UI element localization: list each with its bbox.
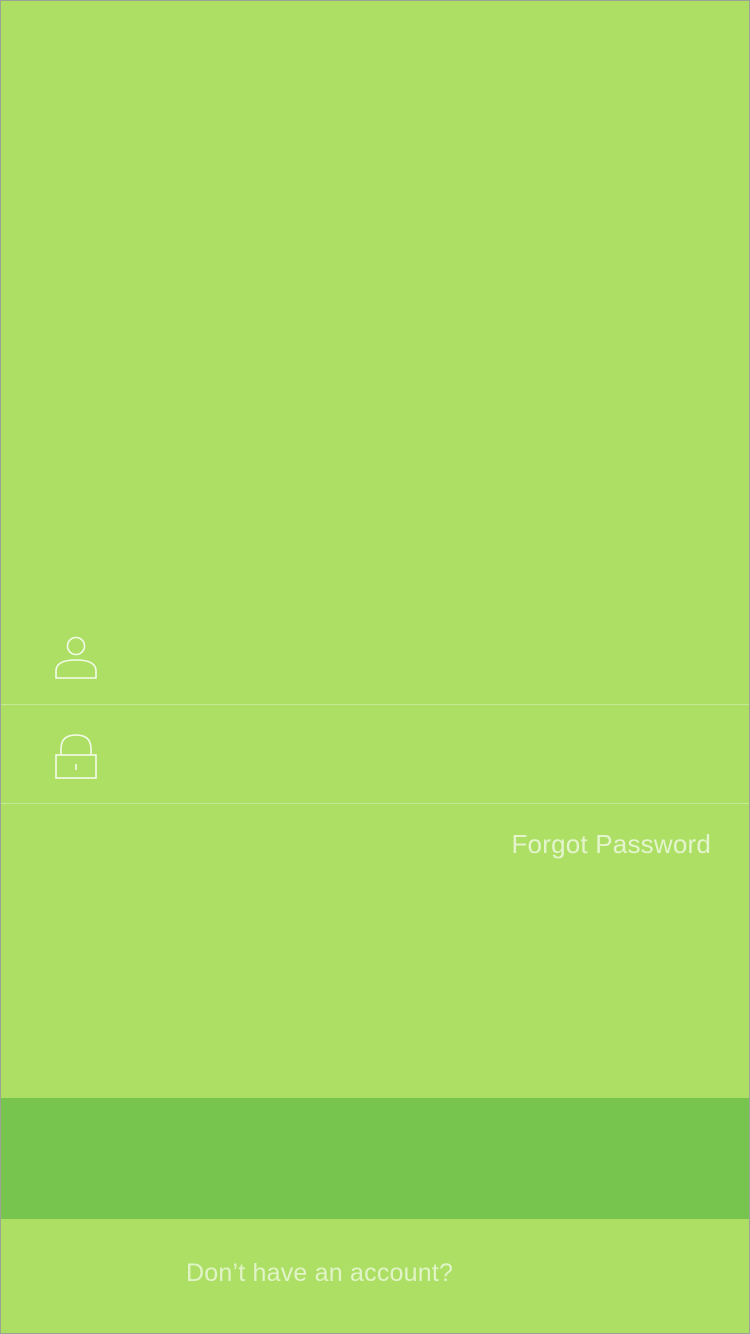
forgot-password-link[interactable]: Forgot Password	[511, 829, 711, 860]
login-screen: Forgot Password Don’t have an account?	[0, 0, 750, 1334]
username-field	[1, 605, 749, 705]
password-input[interactable]	[131, 724, 705, 786]
login-button[interactable]	[1, 1098, 749, 1219]
username-input[interactable]	[131, 625, 705, 687]
signup-prompt[interactable]: Don’t have an account?	[186, 1259, 453, 1288]
lock-icon	[54, 733, 98, 779]
user-icon	[54, 636, 98, 680]
password-field	[1, 704, 749, 804]
